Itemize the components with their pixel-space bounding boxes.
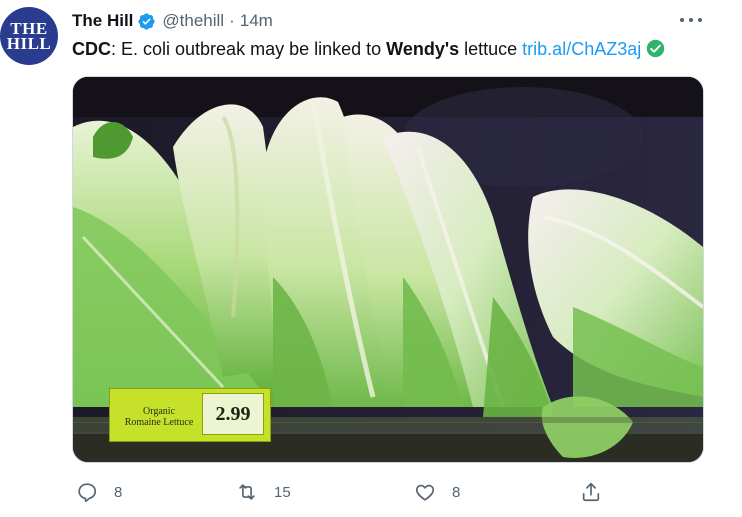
avatar-line-2: HILL xyxy=(6,34,52,53)
tweet-text-cdc: CDC xyxy=(72,39,111,59)
tweet-text-wendys: Wendy's xyxy=(386,39,460,59)
retweet-count: 15 xyxy=(274,483,291,501)
display-name[interactable]: The Hill xyxy=(72,11,133,31)
more-dot xyxy=(698,18,702,22)
more-options-icon[interactable] xyxy=(680,12,702,28)
shelf-label-name: Organic Romaine Lettuce xyxy=(124,406,194,428)
avatar[interactable]: THE HILL xyxy=(0,7,58,65)
heart-icon xyxy=(415,484,435,501)
shelf-label-price: 2.99 xyxy=(202,393,264,435)
tweet[interactable]: THE HILL The Hill @thehill · 14m CDC: E.… xyxy=(0,0,742,517)
handle[interactable]: @thehill xyxy=(162,11,224,31)
tweet-header: The Hill @thehill · 14m xyxy=(72,10,273,32)
like-count: 8 xyxy=(452,483,461,501)
separator-dot: · xyxy=(229,11,235,30)
retweet-button[interactable]: 15 xyxy=(236,480,291,504)
share-icon xyxy=(582,482,600,502)
tweet-text: CDC: E. coli outbreak may be linked to W… xyxy=(72,37,665,61)
shelf-price-tag: Organic Romaine Lettuce 2.99 xyxy=(109,388,271,442)
timestamp[interactable]: 14m xyxy=(240,11,273,31)
check-circle-icon xyxy=(647,39,665,58)
more-dot xyxy=(680,18,684,22)
action-bar: 8 15 8 xyxy=(72,480,612,504)
verified-badge-icon xyxy=(138,12,156,30)
tweet-image[interactable]: Organic Romaine Lettuce 2.99 xyxy=(72,76,704,463)
tweet-text-lettuce: lettuce xyxy=(459,39,523,59)
tweet-text-body: : E. coli outbreak may be linked to xyxy=(111,39,387,59)
reply-count: 8 xyxy=(114,483,123,501)
tweet-link[interactable]: trib.al/ChAZ3aj xyxy=(522,39,641,59)
like-button[interactable]: 8 xyxy=(414,480,460,504)
reply-icon xyxy=(78,483,97,502)
share-button[interactable] xyxy=(580,480,602,504)
more-dot xyxy=(689,18,693,22)
retweet-icon xyxy=(239,484,255,500)
reply-button[interactable]: 8 xyxy=(76,480,122,504)
